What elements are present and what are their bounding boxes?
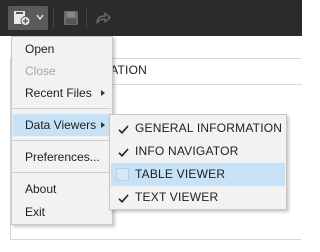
menu-item-label: Data Viewers: [25, 118, 97, 132]
data-viewers-submenu: GENERAL INFORMATION INFO NAVIGATOR TABLE…: [109, 114, 287, 210]
toolbar-divider: [53, 8, 54, 28]
menu-item-open[interactable]: Open: [13, 38, 111, 60]
submenu-item-text-viewer[interactable]: TEXT VIEWER: [111, 186, 285, 209]
submenu-item-general-information[interactable]: GENERAL INFORMATION: [111, 117, 285, 140]
chevron-down-icon: [36, 14, 44, 21]
submenu-item-label: TEXT VIEWER: [135, 190, 219, 204]
menu-item-label: About: [25, 182, 57, 196]
toolbar-divider: [86, 8, 87, 28]
submenu-item-info-navigator[interactable]: INFO NAVIGATOR: [111, 140, 285, 163]
checkmark-icon: [116, 122, 129, 135]
checkmark-icon: [116, 145, 129, 158]
share-button[interactable]: [92, 6, 114, 30]
save-icon: [64, 11, 78, 25]
menu-item-label: Recent Files: [25, 86, 92, 100]
submenu-item-label: TABLE VIEWER: [135, 167, 226, 181]
menu-item-label: Exit: [25, 205, 46, 219]
menu-separator: [13, 172, 111, 173]
save-button[interactable]: [60, 6, 82, 30]
menu-item-label: Close: [25, 64, 56, 78]
submenu-item-label: INFO NAVIGATOR: [135, 144, 239, 158]
unchecked-box-icon: [116, 168, 129, 181]
toolbar: [0, 0, 302, 36]
submenu-item-label: GENERAL INFORMATION: [135, 121, 283, 135]
submenu-arrow-icon: [101, 122, 105, 128]
file-menu: Open Close Recent Files Data Viewers Pre…: [11, 36, 113, 225]
menu-item-recent-files[interactable]: Recent Files: [13, 82, 111, 104]
menu-separator: [13, 108, 111, 109]
submenu-arrow-icon: [101, 90, 105, 96]
menu-item-about[interactable]: About: [13, 178, 111, 200]
menu-item-exit[interactable]: Exit: [13, 201, 111, 223]
menu-item-close: Close: [13, 60, 111, 82]
share-icon: [96, 12, 111, 24]
menu-item-preferences[interactable]: Preferences...: [13, 146, 111, 168]
checkmark-icon: [116, 191, 129, 204]
add-dropdown-button[interactable]: [8, 6, 48, 30]
menu-item-data-viewers[interactable]: Data Viewers: [13, 114, 111, 136]
menu-separator: [13, 140, 111, 141]
menu-item-label: Preferences...: [25, 150, 100, 164]
add-icon: [14, 11, 31, 26]
app-window: MATION Open Close Recent Files Data View…: [0, 0, 302, 252]
submenu-item-table-viewer[interactable]: TABLE VIEWER: [111, 163, 285, 186]
menu-item-label: Open: [25, 42, 55, 56]
